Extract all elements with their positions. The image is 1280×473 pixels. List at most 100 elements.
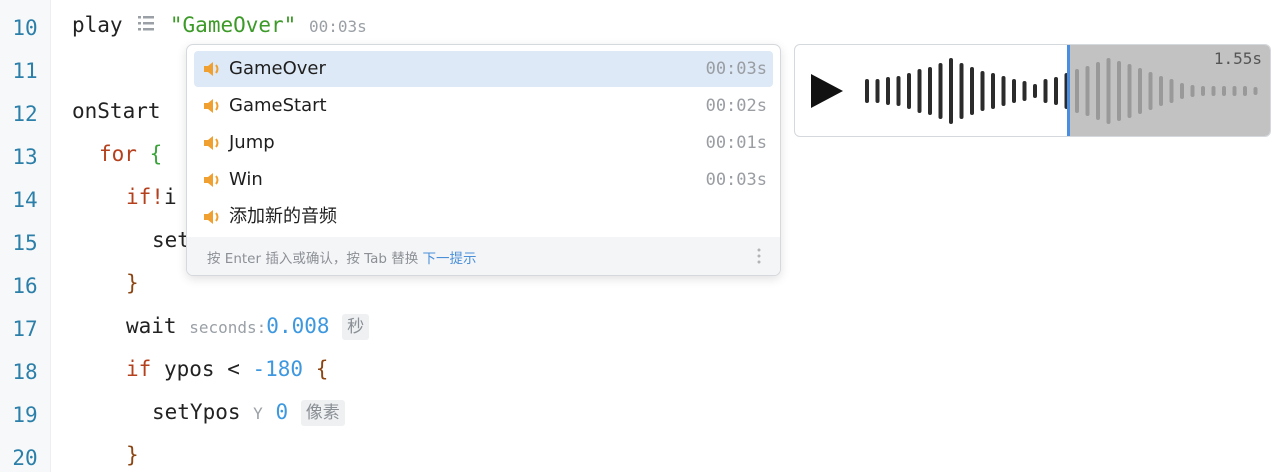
waveform-bar	[896, 76, 901, 106]
code-line-15[interactable]: set	[152, 225, 190, 255]
code-line-17[interactable]: wait seconds:0.008 秒	[126, 311, 370, 343]
waveform[interactable]	[795, 45, 1270, 136]
speaker-icon	[204, 62, 219, 76]
waveform-bar	[1127, 64, 1132, 118]
waveform-bar	[917, 69, 922, 113]
close-brace: }	[126, 443, 139, 467]
dropdown-item-label: GameOver	[229, 58, 326, 79]
sound-name-string[interactable]: "GameOver"	[170, 13, 296, 37]
dropdown-item-label: GameStart	[229, 95, 327, 116]
audio-preview[interactable]: 1.55s	[794, 44, 1271, 137]
code-line-13[interactable]: for {	[99, 139, 162, 169]
line-number: 17	[12, 317, 38, 341]
close-brace: }	[126, 271, 139, 295]
onstart-keyword: onStart	[72, 99, 161, 123]
code-line-10[interactable]: play "GameOver" 00:03s	[72, 10, 367, 42]
dropdown-item-gamestart[interactable]: GameStart 00:02s	[194, 88, 773, 124]
waveform-bar	[1148, 72, 1153, 110]
waveform-bar	[886, 77, 890, 105]
waveform-bar	[865, 79, 869, 103]
dropdown-item-label: Win	[229, 169, 263, 190]
waveform-bar	[907, 73, 911, 109]
speaker-icon	[204, 136, 219, 150]
waveform-bar	[1222, 86, 1226, 96]
waveform-bar	[1253, 87, 1258, 95]
not-expression: !i	[151, 185, 177, 209]
waveform-bar	[1201, 86, 1205, 96]
list-icon[interactable]	[135, 12, 157, 34]
line-number: 11	[12, 59, 38, 83]
waveform-bar	[949, 58, 953, 124]
waveform-bar	[1033, 84, 1037, 98]
vertical-ellipsis-icon[interactable]	[756, 245, 762, 267]
code-line-18[interactable]: if ypos < -180 {	[126, 354, 328, 384]
waveform-bar	[1012, 79, 1016, 103]
line-number-gutter: 10 11 12 13 14 15 16 17 18 19 20	[0, 0, 51, 472]
line-number: 15	[12, 231, 38, 255]
waveform-bar	[1169, 79, 1174, 103]
waveform-bar	[1190, 85, 1195, 97]
waveform-bar	[959, 63, 964, 119]
dropdown-item-duration: 00:03s	[705, 59, 767, 79]
dropdown-item-win[interactable]: Win 00:03s	[194, 162, 773, 198]
code-line-12[interactable]: onStart	[72, 96, 161, 126]
speaker-icon	[204, 210, 219, 224]
dropdown-item-duration: 00:02s	[705, 96, 767, 116]
if-keyword: if	[126, 185, 152, 209]
wait-seconds-value[interactable]: 0.008	[266, 314, 329, 338]
dropdown-item-add-new-audio[interactable]: 添加新的音频	[194, 199, 773, 235]
play-keyword: play	[72, 13, 123, 37]
line-number: 12	[12, 102, 38, 126]
line-number: 19	[12, 403, 38, 427]
waveform-bar	[970, 67, 974, 115]
seconds-unit-badge: 秒	[342, 314, 370, 340]
waveform-bar	[1001, 76, 1006, 106]
code-line-19[interactable]: setYpos Y 0 像素	[152, 397, 345, 429]
y-value[interactable]: 0	[275, 400, 288, 424]
code-line-14[interactable]: if!i	[126, 182, 177, 212]
waveform-bar	[875, 79, 880, 103]
next-tip-link[interactable]: 下一提示	[423, 251, 477, 267]
waveform-bar	[1117, 61, 1121, 121]
waveform-bar	[1043, 79, 1048, 103]
open-brace: {	[315, 357, 329, 381]
playhead[interactable]	[1067, 45, 1070, 136]
sound-autocomplete-dropdown[interactable]: GameOver 00:03s GameStart 00:02s Jump 00…	[186, 44, 781, 276]
pixel-unit-badge: 像素	[300, 400, 345, 426]
for-keyword: for	[99, 142, 137, 166]
sound-duration: 00:03s	[308, 17, 367, 36]
waveform-bar	[1159, 76, 1163, 106]
line-number: 20	[12, 446, 38, 470]
waveform-bar	[1096, 62, 1100, 120]
line-number: 16	[12, 274, 38, 298]
line-number: 14	[12, 188, 38, 212]
ypos-threshold-value[interactable]: -180	[253, 357, 304, 381]
wait-keyword: wait	[126, 314, 177, 338]
playhead-time: 1.55s	[1213, 49, 1262, 68]
waveform-bar	[1243, 86, 1247, 96]
code-line-20[interactable]: }	[126, 440, 139, 470]
waveform-bar	[938, 63, 943, 119]
ypos-variable[interactable]: ypos	[164, 357, 215, 381]
seconds-param-label: seconds:	[189, 318, 267, 337]
dropdown-item-gameover[interactable]: GameOver 00:03s	[194, 51, 773, 87]
waveform-bar	[1211, 86, 1216, 96]
speaker-icon	[204, 173, 219, 187]
waveform-bar	[1085, 66, 1090, 116]
line-number: 13	[12, 145, 38, 169]
waveform-bar	[1022, 81, 1027, 101]
less-than-operator: <	[227, 357, 240, 381]
dropdown-item-duration: 00:01s	[705, 133, 767, 153]
waveform-bar	[1075, 69, 1079, 113]
dropdown-item-label: Jump	[229, 132, 275, 153]
dropdown-item-jump[interactable]: Jump 00:01s	[194, 125, 773, 161]
line-number: 18	[12, 360, 38, 384]
waveform-bar	[1138, 68, 1142, 114]
set-call: set	[152, 228, 190, 252]
y-param-label: Y	[253, 404, 263, 423]
dropdown-item-duration: 00:03s	[705, 170, 767, 190]
line-number: 10	[12, 16, 38, 40]
waveform-bar	[1106, 58, 1111, 124]
code-line-16[interactable]: }	[126, 268, 139, 298]
waveform-bar	[1180, 83, 1184, 99]
